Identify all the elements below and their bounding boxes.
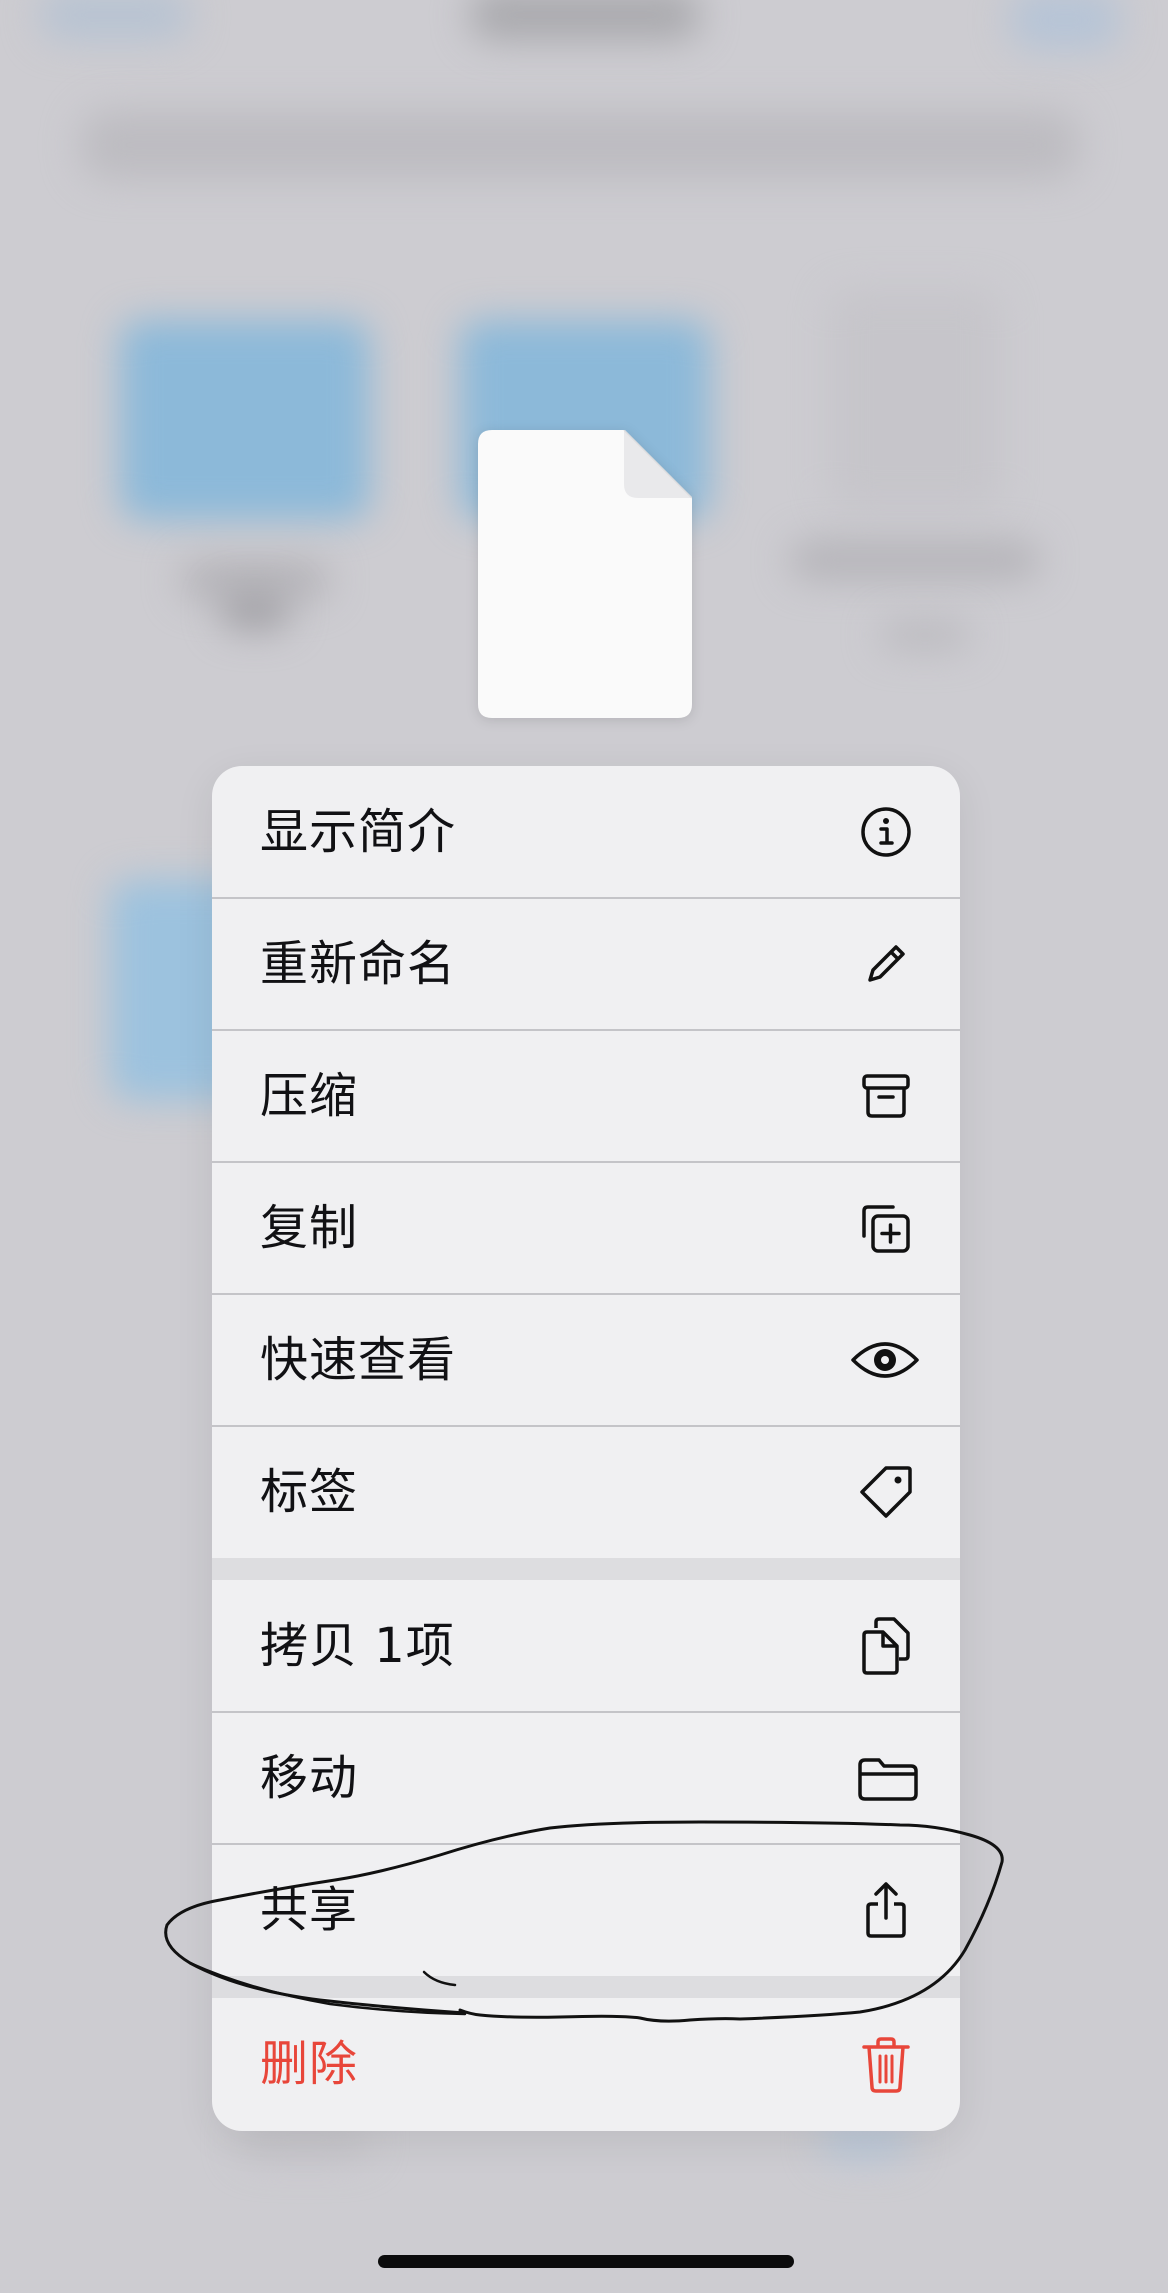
blurred-nav-button xyxy=(1010,0,1120,50)
menu-item-compress[interactable]: 压缩 xyxy=(212,1030,960,1162)
blurred-folder-icon xyxy=(120,320,370,520)
menu-item-get-info[interactable]: 显示简介 xyxy=(212,766,960,898)
menu-item-label: 移动 xyxy=(260,1750,359,1806)
pencil-icon xyxy=(856,934,916,994)
file-preview-icon xyxy=(478,429,693,718)
blurred-file-label xyxy=(790,540,1040,580)
tag-icon xyxy=(856,1462,916,1522)
menu-item-label: 压缩 xyxy=(260,1068,359,1124)
menu-item-move[interactable]: 移动 xyxy=(212,1712,960,1844)
menu-item-rename[interactable]: 重新命名 xyxy=(212,898,960,1030)
menu-item-label: 标签 xyxy=(260,1464,359,1520)
archivebox-icon xyxy=(856,1066,916,1126)
menu-item-tags[interactable]: 标签 xyxy=(212,1426,960,1558)
menu-item-duplicate[interactable]: 复制 xyxy=(212,1162,960,1294)
eye-icon xyxy=(850,1330,920,1390)
menu-group-separator xyxy=(212,1976,960,1998)
context-menu: 显示简介 重新命名 压缩 复制 快速查看 标签 拷贝 1项 移动 共享 删除 xyxy=(212,766,960,2131)
menu-item-share[interactable]: 共享 xyxy=(212,1844,960,1976)
menu-item-label: 快速查看 xyxy=(260,1332,457,1388)
blurred-file-icon xyxy=(830,290,1000,510)
blurred-nav-title xyxy=(470,0,700,40)
menu-item-label: 显示简介 xyxy=(260,804,457,860)
trash-icon xyxy=(856,2034,916,2094)
menu-item-quick-look[interactable]: 快速查看 xyxy=(212,1294,960,1426)
menu-item-delete[interactable]: 删除 xyxy=(212,1998,960,2130)
menu-item-label: 复制 xyxy=(260,1200,359,1256)
menu-item-label: 拷贝 1项 xyxy=(260,1618,455,1674)
menu-group-separator xyxy=(212,1558,960,1580)
menu-item-label: 删除 xyxy=(260,2036,359,2092)
info-circle-icon xyxy=(856,802,916,862)
doc-on-doc-icon xyxy=(856,1616,916,1676)
blurred-file-label xyxy=(880,620,970,650)
share-icon xyxy=(856,1880,916,1940)
menu-item-copy[interactable]: 拷贝 1项 xyxy=(212,1580,960,1712)
folder-icon xyxy=(856,1748,920,1808)
home-indicator[interactable] xyxy=(378,2255,794,2268)
blurred-search-bar xyxy=(80,110,1080,180)
plus-square-on-square-icon xyxy=(856,1198,916,1258)
blurred-back-button xyxy=(40,0,190,40)
menu-item-label: 重新命名 xyxy=(260,936,457,992)
blurred-file-label xyxy=(220,590,290,630)
menu-item-label: 共享 xyxy=(260,1882,359,1938)
